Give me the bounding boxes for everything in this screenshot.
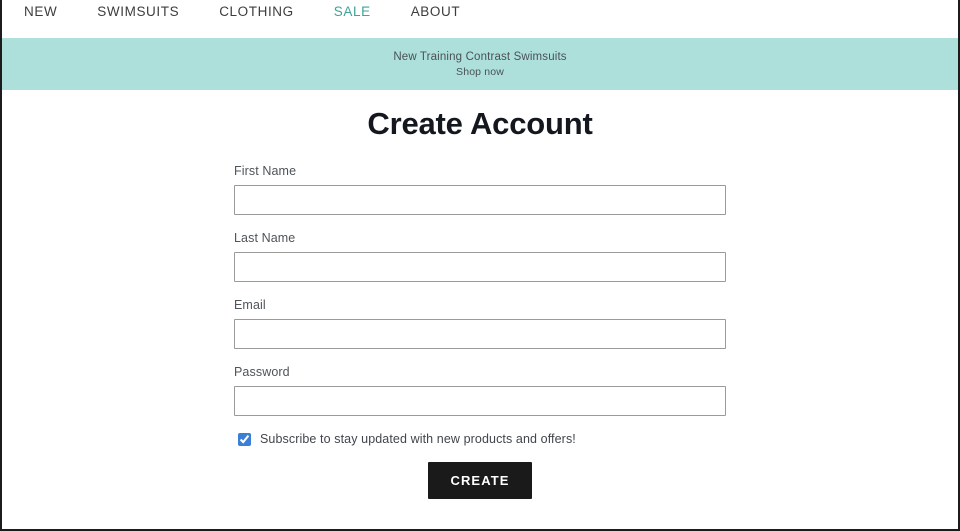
promo-banner-shop-now-link[interactable]: Shop now	[456, 66, 504, 78]
promo-banner[interactable]: New Training Contrast Swimsuits Shop now	[2, 38, 958, 90]
field-group-first-name: First Name	[234, 164, 726, 215]
nav-item-clothing[interactable]: CLOTHING	[219, 4, 294, 19]
password-label: Password	[234, 365, 290, 379]
email-label: Email	[234, 298, 266, 312]
nav-item-swimsuits[interactable]: SWIMSUITS	[97, 4, 179, 19]
browser-page-frame: NEW SWIMSUITS CLOTHING SALE ABOUT New Tr…	[0, 0, 960, 531]
subscribe-label[interactable]: Subscribe to stay updated with new produ…	[260, 432, 576, 446]
last-name-input[interactable]	[234, 252, 726, 282]
field-group-email: Email	[234, 298, 726, 349]
first-name-label: First Name	[234, 164, 297, 178]
create-account-form: First Name Last Name Email Password Subs…	[234, 164, 726, 499]
submit-row: CREATE	[234, 462, 726, 499]
field-group-last-name: Last Name	[234, 231, 726, 282]
page-title: Create Account	[367, 106, 593, 141]
primary-navigation: NEW SWIMSUITS CLOTHING SALE ABOUT	[2, 0, 958, 31]
main-content: Create Account First Name Last Name Emai…	[2, 90, 958, 529]
last-name-label: Last Name	[234, 231, 296, 245]
field-group-password: Password	[234, 365, 726, 416]
nav-item-new[interactable]: NEW	[24, 4, 57, 19]
create-account-button[interactable]: CREATE	[428, 462, 532, 499]
password-input[interactable]	[234, 386, 726, 416]
subscribe-checkbox[interactable]	[238, 432, 251, 446]
nav-item-about[interactable]: ABOUT	[411, 4, 461, 19]
email-input[interactable]	[234, 319, 726, 349]
first-name-input[interactable]	[234, 185, 726, 215]
subscribe-row: Subscribe to stay updated with new produ…	[234, 432, 726, 446]
promo-banner-headline: New Training Contrast Swimsuits	[393, 50, 567, 63]
nav-item-sale[interactable]: SALE	[334, 4, 371, 19]
